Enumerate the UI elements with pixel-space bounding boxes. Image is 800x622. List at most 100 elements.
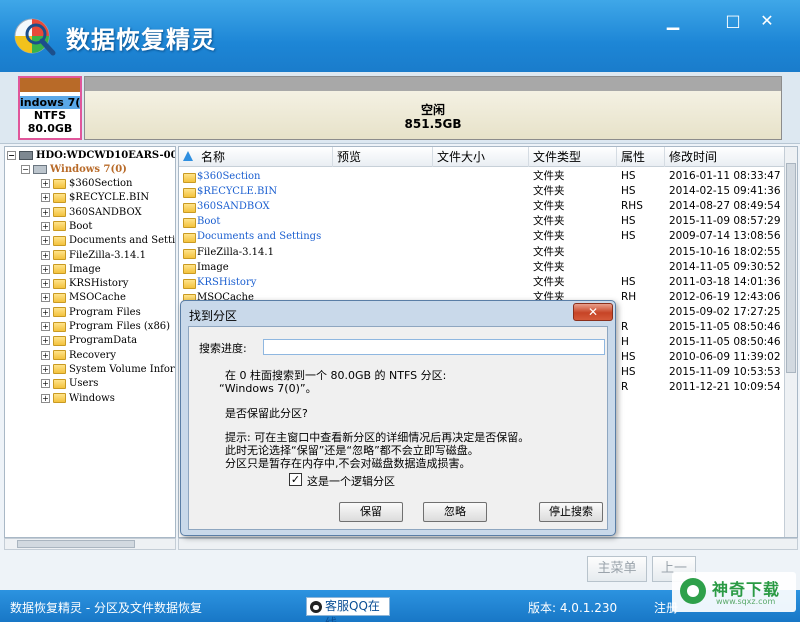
tree-folder-label: Recovery — [69, 349, 117, 361]
expand-icon[interactable]: + — [41, 336, 50, 346]
expand-icon[interactable]: + — [41, 279, 50, 289]
qq-support-button[interactable]: 客服QQ在线 — [306, 597, 390, 622]
table-row[interactable]: FileZilla-3.14.1 文件夹 2015-10-16 18:02:55 — [179, 245, 785, 260]
file-type: 文件夹 — [533, 245, 565, 258]
app-title: 数据恢复精灵 — [66, 26, 216, 54]
expand-icon[interactable]: + — [41, 393, 50, 403]
file-list-vertical-scrollbar[interactable] — [784, 147, 797, 537]
keep-button[interactable]: 保留 — [339, 502, 403, 522]
search-progress-label: 搜索进度: — [199, 342, 247, 355]
dialog-close-button[interactable]: ✕ — [573, 303, 613, 321]
table-row[interactable]: KRSHistory 文件夹 HS 2011-03-18 14:01:36 — [179, 275, 785, 290]
watermark-logo-icon — [680, 578, 706, 604]
expand-icon[interactable]: + — [41, 364, 50, 374]
tree-folder-item[interactable]: + KRSHistory — [41, 277, 128, 291]
file-name: $RECYCLE.BIN — [197, 186, 278, 198]
tree-folder-item[interactable]: + System Volume Infor — [41, 363, 175, 377]
column-attr[interactable]: 属性 — [617, 147, 665, 167]
dialog-body: 搜索进度: 在 0 柱面搜索到一个 80.0GB 的 NTFS 分区: “Win… — [188, 326, 608, 530]
expand-icon[interactable]: + — [41, 379, 50, 389]
tree-folder-item[interactable]: + Boot — [41, 220, 92, 234]
file-modified: 2015-11-05 08:50:46 — [669, 321, 781, 333]
ignore-button[interactable]: 忽略 — [423, 502, 487, 522]
tree-disk-label: HDO:WDCWD10EARS-00Y5B1 — [36, 150, 175, 161]
expand-icon[interactable]: + — [41, 307, 50, 317]
file-modified: 2015-11-09 08:57:29 — [669, 215, 781, 228]
column-modified[interactable]: 修改时间 — [665, 147, 785, 167]
collapse-icon[interactable]: − — [7, 151, 16, 160]
expand-icon[interactable]: + — [41, 179, 50, 188]
column-size[interactable]: 文件大小 — [433, 147, 529, 167]
main-menu-button[interactable]: 主菜单 — [587, 556, 647, 582]
folder-icon — [183, 263, 196, 274]
folder-icon — [53, 292, 66, 303]
tree-horizontal-scrollbar[interactable] — [4, 538, 176, 550]
table-row[interactable]: Boot 文件夹 HS 2015-11-09 08:57:29 — [179, 214, 785, 229]
file-modified: 2011-12-21 10:09:54 — [669, 381, 781, 394]
tree-folder-label: 360SANDBOX — [69, 206, 142, 218]
file-type: 文件夹 — [533, 185, 565, 198]
table-row[interactable]: $360Section 文件夹 HS 2016-01-11 08:33:47 — [179, 169, 785, 184]
tree-folder-label: Documents and Setti — [69, 235, 176, 247]
tree-partition-node[interactable]: − Windows 7(0) — [21, 163, 127, 177]
minimize-button[interactable]: ▁ — [660, 10, 686, 32]
tree-folder-item[interactable]: + FileZilla-3.14.1 — [41, 249, 146, 263]
expand-icon[interactable]: + — [41, 193, 50, 203]
file-modified: 2014-11-05 09:30:52 — [669, 260, 781, 273]
close-button[interactable]: ✕ — [754, 10, 780, 32]
maximize-button[interactable]: □ — [720, 10, 746, 32]
tree-folder-item[interactable]: + ProgramData — [41, 334, 137, 348]
folder-tree[interactable]: −HDO:WDCWD10EARS-00Y5B1 −Windows 7(0) +$… — [4, 146, 176, 538]
expand-icon[interactable]: + — [41, 322, 50, 331]
tree-folder-item[interactable]: + Image — [41, 263, 101, 277]
expand-icon[interactable]: + — [41, 207, 50, 217]
table-row[interactable]: Documents and Settings 文件夹 HS 2009-07-14 13… — [179, 229, 785, 244]
column-name[interactable]: 名称 — [197, 147, 333, 167]
table-row[interactable]: $RECYCLE.BIN 文件夹 HS 2014-02-15 09:41:36 — [179, 184, 785, 199]
scrollbar-thumb[interactable] — [786, 163, 796, 373]
folder-icon — [183, 278, 196, 289]
expand-icon[interactable]: + — [41, 250, 50, 260]
stop-search-button[interactable]: 停止搜索 — [539, 502, 603, 522]
search-progress-bar — [263, 339, 605, 355]
scrollbar-thumb[interactable] — [17, 540, 135, 548]
file-type: 文件夹 — [533, 275, 565, 288]
tree-folder-item[interactable]: + MSOCache — [41, 291, 126, 305]
table-row[interactable]: Image 文件夹 2014-11-05 09:30:52 — [179, 260, 785, 275]
table-row[interactable]: 360SANDBOX 文件夹 RHS 2014-08-27 08:49:54 — [179, 199, 785, 214]
file-list-horizontal-scrollbar[interactable] — [178, 538, 798, 550]
expand-icon[interactable]: + — [41, 293, 50, 303]
tree-disk-node[interactable]: − HDO:WDCWD10EARS-00Y5B1 — [7, 149, 175, 163]
tree-folder-item[interactable]: +360SANDBOX — [41, 206, 142, 220]
folder-icon — [53, 321, 66, 332]
folder-icon — [53, 207, 66, 218]
version-text: 版本: 4.0.1.230 — [528, 601, 618, 615]
tree-folder-item[interactable]: + Windows — [41, 392, 115, 406]
file-modified: 2010-06-09 11:39:02 — [669, 351, 781, 364]
folder-icon — [53, 307, 66, 318]
folder-icon — [183, 248, 196, 259]
expand-icon[interactable]: + — [41, 264, 50, 274]
keep-question: 是否保留此分区? — [225, 407, 308, 420]
collapse-icon[interactable]: − — [21, 165, 30, 174]
file-modified: 2012-06-19 12:43:06 — [669, 290, 781, 303]
tree-folder-item[interactable]: + Program Files — [41, 306, 141, 320]
free-space-block[interactable]: 空闲 851.5GB — [84, 76, 782, 140]
logical-partition-label[interactable]: 这是一个逻辑分区 — [307, 473, 395, 489]
expand-icon[interactable]: + — [41, 350, 50, 360]
column-type[interactable]: 文件类型 — [529, 147, 617, 167]
tree-folder-item[interactable]: + Users — [41, 377, 98, 391]
column-preview[interactable]: 预览 — [333, 147, 433, 167]
expand-icon[interactable]: + — [41, 221, 50, 231]
tree-folder-item[interactable]: + $RECYCLE.BIN — [41, 191, 149, 205]
logical-partition-checkbox[interactable]: ✓ — [289, 473, 302, 486]
tree-folder-item[interactable]: + Documents and Setti — [41, 234, 175, 248]
tree-folder-item[interactable]: + $360Section — [41, 177, 133, 191]
expand-icon[interactable]: + — [41, 236, 50, 246]
tree-folder-item[interactable]: + Recovery — [41, 349, 116, 363]
tree-folder-item[interactable]: + Program Files (x86) — [41, 320, 170, 334]
partition-block-windows7[interactable]: indows 7( NTFS 80.0GB — [18, 76, 82, 140]
tip-line3: 分区只是暂存在内存中,不会对磁盘数据造成损害。 — [225, 457, 471, 470]
file-name: FileZilla-3.14.1 — [197, 246, 274, 258]
tree-folder-label: $RECYCLE.BIN — [69, 192, 150, 204]
